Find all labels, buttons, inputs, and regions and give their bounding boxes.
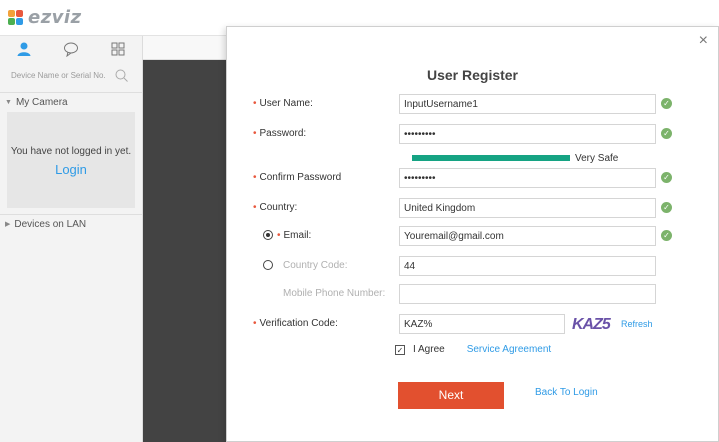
- next-button[interactable]: Next: [398, 382, 504, 409]
- confirm-password-label: • Confirm Password: [253, 172, 342, 183]
- user-icon: [17, 42, 31, 56]
- sidebar-tabs: [0, 36, 142, 62]
- section-label: My Camera: [15, 96, 68, 108]
- section-devices-on-lan[interactable]: ▶ Devices on LAN: [0, 214, 142, 234]
- tab-messages[interactable]: [51, 37, 91, 61]
- mobile-row: Mobile Phone Number:: [227, 284, 718, 304]
- device-search[interactable]: Device Name or Serial No.: [6, 66, 136, 86]
- refresh-captcha-link[interactable]: Refresh: [621, 319, 653, 329]
- verification-label: • Verification Code:: [253, 318, 338, 329]
- agree-row: ✓ I Agree Service Agreement: [395, 344, 551, 355]
- mobile-label: Mobile Phone Number:: [283, 288, 386, 299]
- back-to-login-link[interactable]: Back To Login: [535, 387, 598, 398]
- username-label: • User Name:: [253, 98, 313, 109]
- check-icon: ✓: [661, 230, 672, 241]
- check-icon: ✓: [661, 172, 672, 183]
- check-icon: ✓: [661, 202, 672, 213]
- country-code-label: Country Code:: [283, 260, 348, 271]
- tab-grid[interactable]: [98, 37, 138, 61]
- sidebar: Device Name or Serial No. ▼ My Camera Yo…: [0, 36, 143, 442]
- caret-right-icon: ▶: [5, 220, 11, 228]
- section-label: Devices on LAN: [14, 218, 87, 230]
- confirm-password-row: • Confirm Password ••••••••• ✓: [227, 168, 718, 188]
- search-placeholder: Device Name or Serial No.: [11, 71, 106, 80]
- section-my-camera[interactable]: ▼ My Camera: [0, 92, 142, 112]
- country-label: • Country:: [253, 202, 298, 213]
- register-dialog: × User Register • User Name: InputUsernam…: [226, 26, 719, 442]
- phone-radio[interactable]: [263, 260, 273, 270]
- logo-icon: [8, 9, 24, 26]
- username-row: • User Name: InputUsername1 ✓: [227, 94, 718, 114]
- caret-down-icon: ▼: [5, 98, 12, 106]
- password-row: • Password: ••••••••• ✓: [227, 124, 718, 144]
- login-link[interactable]: Login: [7, 162, 135, 177]
- country-row: • Country: United Kingdom ✓: [227, 198, 718, 218]
- chat-bubble-icon: [63, 42, 78, 57]
- login-prompt: You have not logged in yet. Login: [7, 112, 135, 208]
- email-row: • Email: Youremail@gmail.com ✓: [227, 226, 718, 246]
- country-code-field[interactable]: 44: [399, 256, 656, 276]
- verification-field[interactable]: KAZ%: [399, 314, 565, 334]
- tab-user[interactable]: [4, 37, 44, 61]
- search-icon[interactable]: [115, 69, 128, 82]
- confirm-password-field[interactable]: •••••••••: [399, 168, 656, 188]
- password-strength-bar: [412, 155, 570, 161]
- ezviz-logo: ezviz: [8, 7, 82, 28]
- close-icon[interactable]: ×: [699, 32, 708, 50]
- country-select[interactable]: United Kingdom: [399, 198, 656, 218]
- captcha-image: KAZ5: [572, 316, 611, 333]
- email-field[interactable]: Youremail@gmail.com: [399, 226, 656, 246]
- country-code-row: Country Code: 44: [227, 256, 718, 276]
- agree-label: I Agree: [413, 344, 445, 355]
- password-field[interactable]: •••••••••: [399, 124, 656, 144]
- logo-text: ezviz: [28, 7, 82, 28]
- dialog-title: User Register: [426, 67, 519, 83]
- email-label: • Email:: [277, 230, 312, 241]
- grid-icon: [111, 42, 125, 56]
- login-message: You have not logged in yet.: [10, 146, 132, 157]
- username-field[interactable]: InputUsername1: [399, 94, 656, 114]
- password-label: • Password:: [253, 128, 307, 139]
- password-strength-text: Very Safe: [575, 153, 619, 164]
- email-radio[interactable]: [263, 230, 273, 240]
- video-area: [143, 60, 233, 442]
- service-agreement-link[interactable]: Service Agreement: [467, 344, 552, 355]
- check-icon: ✓: [661, 98, 672, 109]
- check-icon: ✓: [661, 128, 672, 139]
- agree-checkbox[interactable]: ✓: [395, 344, 405, 355]
- mobile-field[interactable]: [399, 284, 656, 304]
